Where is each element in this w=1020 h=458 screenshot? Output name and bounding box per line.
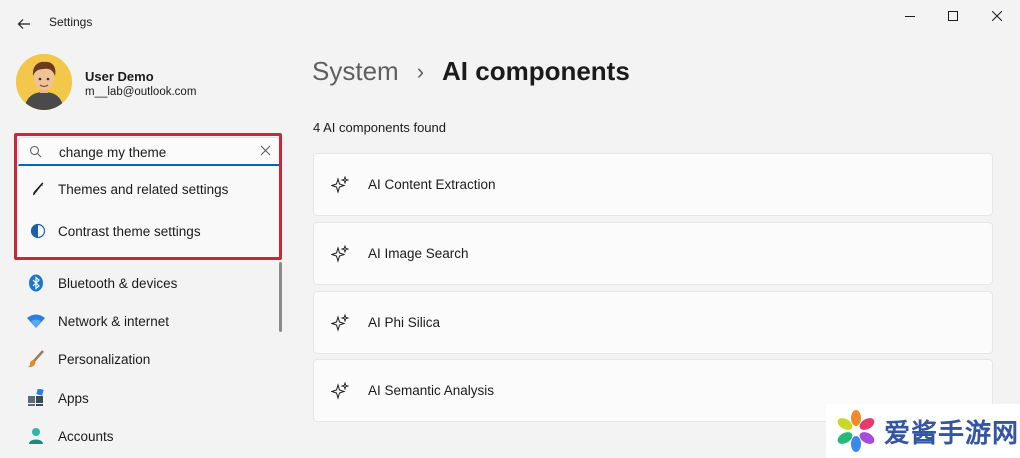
sparkle-icon <box>331 381 351 400</box>
title-bar: Settings <box>0 0 1020 40</box>
close-button[interactable] <box>975 4 1019 28</box>
sidebar-item-label: Bluetooth & devices <box>58 275 178 291</box>
app-title: Settings <box>49 15 93 29</box>
sidebar-scrollbar[interactable] <box>279 262 282 332</box>
flower-logo-icon <box>837 410 875 452</box>
contrast-icon <box>30 223 50 239</box>
component-card[interactable]: AI Phi Silica <box>313 291 993 354</box>
suggestion-contrast[interactable]: Contrast theme settings <box>18 211 280 251</box>
search-input[interactable] <box>59 142 249 162</box>
avatar[interactable] <box>16 54 72 110</box>
back-arrow-icon <box>17 19 30 29</box>
suggestion-label: Themes and related settings <box>58 181 229 197</box>
search-icon <box>29 145 42 158</box>
sidebar-item-label: Accounts <box>58 428 114 444</box>
user-avatar-icon <box>16 54 72 110</box>
suggestion-themes[interactable]: Themes and related settings <box>18 169 280 209</box>
sidebar-item-label: Personalization <box>58 351 151 367</box>
sparkle-icon <box>331 313 351 332</box>
sidebar-item-label: Network & internet <box>58 313 170 329</box>
page-title: AI components <box>442 56 630 86</box>
sparkle-icon <box>331 175 351 194</box>
back-button[interactable] <box>10 10 38 38</box>
results-count: 4 AI components found <box>313 120 446 135</box>
wifi-icon <box>24 313 48 329</box>
component-card[interactable]: AI Image Search <box>313 222 993 285</box>
sidebar-item-accounts[interactable]: Accounts <box>16 419 278 453</box>
sparkle-icon <box>331 244 351 263</box>
paintbrush-icon <box>24 350 48 368</box>
sidebar-item-bluetooth[interactable]: Bluetooth & devices <box>16 266 278 300</box>
minimize-button[interactable] <box>888 4 932 28</box>
component-label: AI Phi Silica <box>368 315 441 330</box>
breadcrumb: System › AI components <box>312 56 630 87</box>
search-suggestions: Themes and related settings Contrast the… <box>18 167 280 257</box>
accounts-icon <box>24 427 48 445</box>
close-icon <box>992 11 1002 21</box>
brush-icon <box>30 181 50 197</box>
watermark: 爱酱手游网 <box>826 404 1020 458</box>
breadcrumb-parent[interactable]: System <box>312 56 399 87</box>
sidebar-item-network[interactable]: Network & internet <box>16 304 278 338</box>
sidebar-item-label: Apps <box>58 390 89 406</box>
search-box[interactable] <box>18 137 280 166</box>
clear-search-icon[interactable] <box>260 145 271 156</box>
component-card[interactable]: AI Content Extraction <box>313 153 993 216</box>
sidebar-item-apps[interactable]: Apps <box>16 381 278 415</box>
component-label: AI Image Search <box>368 246 469 261</box>
maximize-icon <box>948 11 958 21</box>
component-label: AI Semantic Analysis <box>368 383 495 398</box>
maximize-button[interactable] <box>931 4 975 28</box>
breadcrumb-separator: › <box>416 58 425 84</box>
watermark-text: 爱酱手游网 <box>884 418 1020 449</box>
sidebar-item-personalization[interactable]: Personalization <box>16 342 278 376</box>
minimize-icon <box>905 16 915 17</box>
component-label: AI Content Extraction <box>368 177 496 192</box>
bluetooth-icon <box>24 274 48 292</box>
suggestion-label: Contrast theme settings <box>58 223 201 239</box>
apps-icon <box>24 389 48 407</box>
user-name: User Demo <box>85 69 154 84</box>
user-email: m__lab@outlook.com <box>85 86 197 98</box>
